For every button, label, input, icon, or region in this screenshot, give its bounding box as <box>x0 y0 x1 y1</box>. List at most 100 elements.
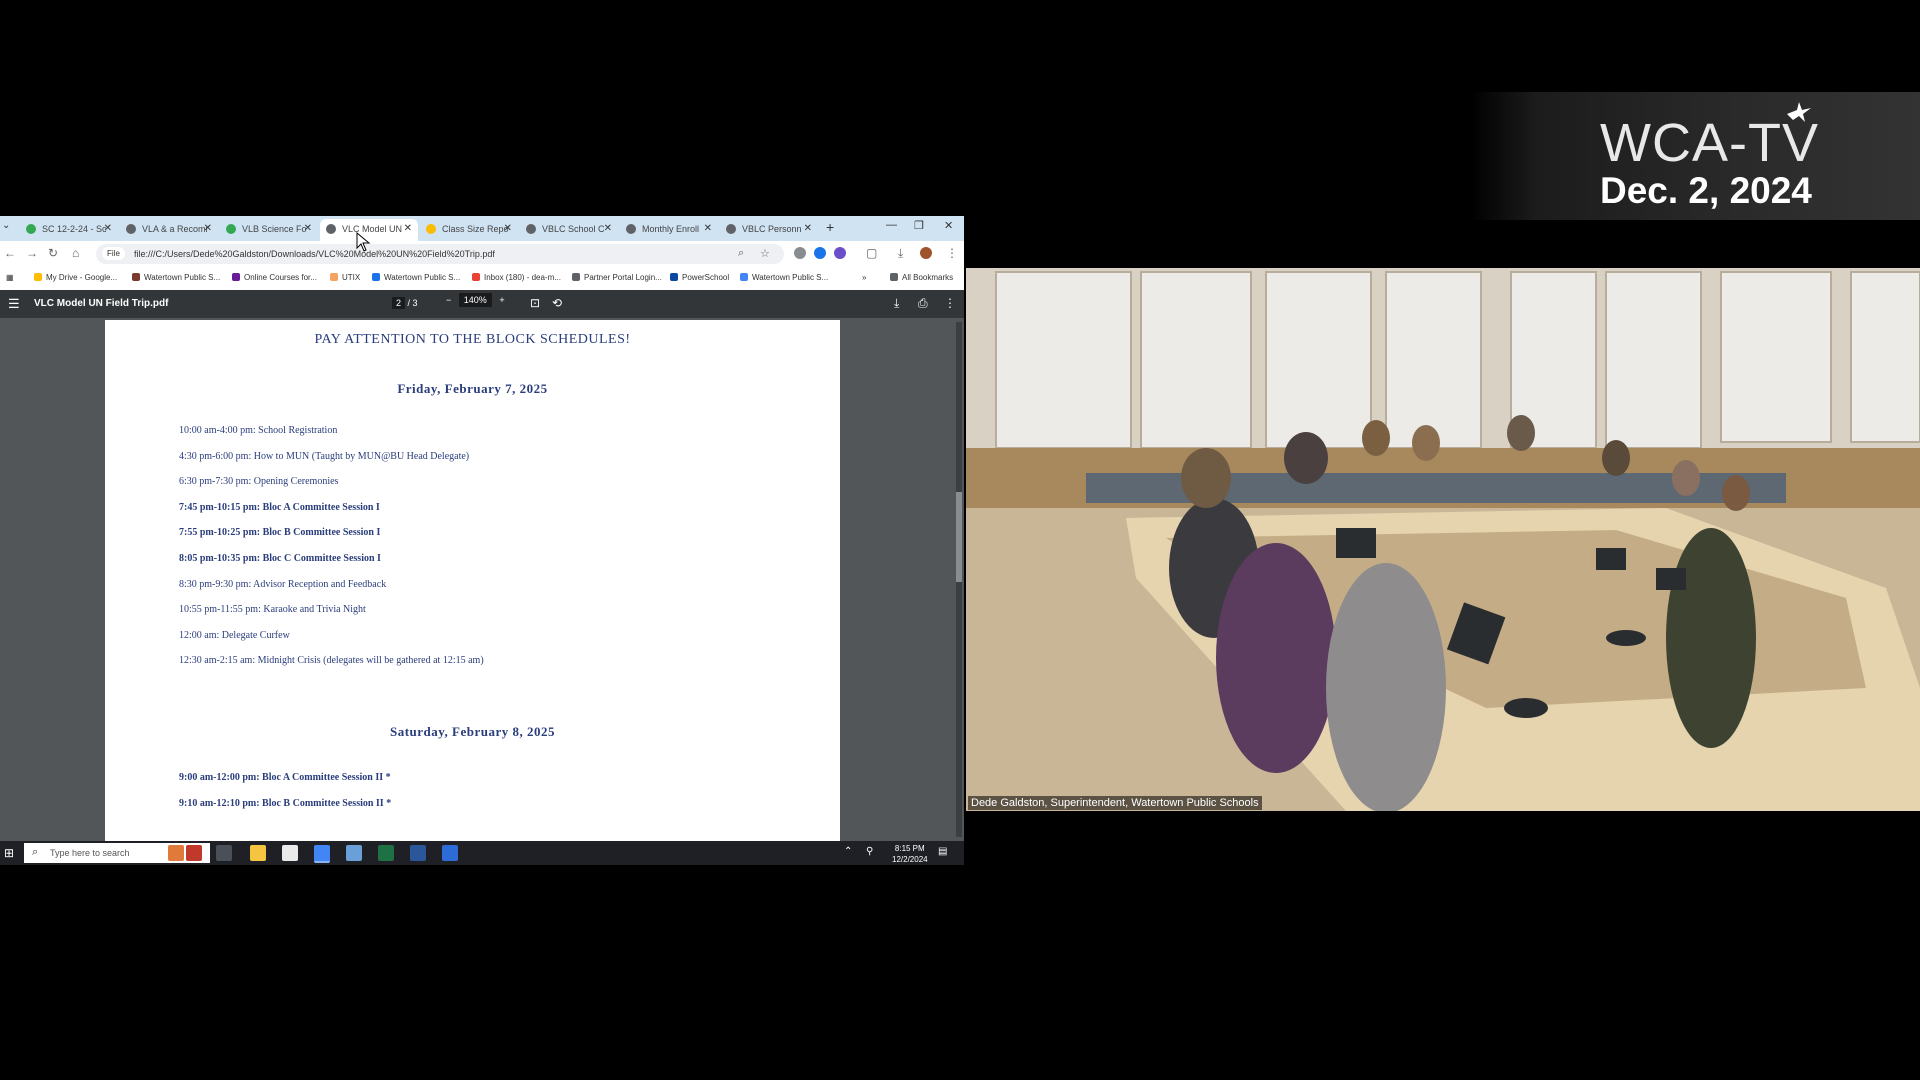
store-icon[interactable] <box>282 845 298 861</box>
zoom-in-icon[interactable]: + <box>499 295 504 305</box>
zoom-value[interactable]: 140% <box>458 293 492 307</box>
browser-tab[interactable]: VLA & a Recomr ✕ <box>120 219 218 241</box>
extension-icon[interactable] <box>834 247 846 259</box>
tab-label: VBLC School C <box>542 224 605 234</box>
tab-close-icon[interactable]: ✕ <box>104 223 112 234</box>
bookmark-label: Inbox (180) - dea-m... <box>484 273 561 282</box>
tab-close-icon[interactable]: ✕ <box>304 223 312 234</box>
browser-tab[interactable]: VBLC School C ✕ <box>520 219 618 241</box>
extension-icon[interactable] <box>794 247 806 259</box>
file-explorer-icon[interactable] <box>250 845 266 861</box>
bookmark-item[interactable]: My Drive - Google... <box>34 273 117 282</box>
word-icon[interactable] <box>410 845 426 861</box>
bookmark-item[interactable]: Watertown Public S... <box>372 273 460 282</box>
minimize-icon[interactable]: — <box>886 219 897 231</box>
bookmark-favicon-icon <box>472 273 480 281</box>
reload-icon[interactable]: ↻ <box>48 246 58 260</box>
tab-close-icon[interactable]: ✕ <box>504 223 512 234</box>
bookmark-item[interactable]: Online Courses for... <box>232 273 317 282</box>
screen-share: ⌄ SC 12-2-24 - Sc ✕ VLA & a Recomr ✕ VLB Sci… <box>0 216 964 865</box>
restore-icon[interactable]: ❐ <box>914 219 924 232</box>
task-view-icon[interactable] <box>216 845 232 861</box>
network-icon[interactable]: ⚲ <box>866 846 873 857</box>
address-bar[interactable]: File file:///C:/Users/Dede%20Galdston/Do… <box>96 244 784 264</box>
back-icon[interactable]: ← <box>4 246 16 260</box>
url-text[interactable]: file:///C:/Users/Dede%20Galdston/Downloa… <box>134 249 495 259</box>
browser-tab[interactable]: Monthly Enroll ✕ <box>620 219 718 241</box>
excel-icon[interactable] <box>378 845 394 861</box>
bookmark-label: My Drive - Google... <box>46 273 118 282</box>
site-info-badge[interactable]: File <box>102 247 125 260</box>
new-tab-button[interactable]: + <box>826 219 834 235</box>
tab-close-icon[interactable]: ✕ <box>604 223 612 234</box>
bookmark-item[interactable]: UTIX <box>330 273 360 282</box>
browser-tab[interactable]: Class Size Repo ✕ <box>420 219 518 241</box>
scrollbar-thumb[interactable] <box>956 492 962 582</box>
home-icon[interactable]: ⌂ <box>72 246 79 260</box>
bookmark-label: Watertown Public S... <box>384 273 461 282</box>
tab-close-icon[interactable]: ✕ <box>204 223 212 234</box>
bookmark-item[interactable]: Inbox (180) - dea-m... <box>472 273 561 282</box>
taskbar-clock[interactable]: 8:15 PM 12/2/2024 <box>892 843 928 865</box>
search-placeholder: Type here to search <box>50 848 130 858</box>
extension-icon[interactable] <box>814 247 826 259</box>
pdf-menu-icon[interactable]: ☰ <box>8 296 20 312</box>
apps-grid-icon[interactable]: ▦ <box>6 273 14 282</box>
profile-avatar[interactable] <box>920 247 932 259</box>
bookmark-star-icon[interactable]: ☆ <box>760 247 770 260</box>
page-current[interactable]: 2 <box>392 297 406 309</box>
bookmark-item[interactable]: PowerSchool <box>670 273 729 282</box>
chrome-icon[interactable] <box>314 845 330 863</box>
tab-favicon-icon <box>426 224 436 234</box>
pdf-page-indicator[interactable]: 2 / 3 <box>392 297 418 309</box>
browser-tab[interactable]: SC 12-2-24 - Sc ✕ <box>20 219 118 241</box>
tab-favicon-icon <box>226 224 236 234</box>
schedule-event: 7:45 pm-10:15 pm: Bloc A Committee Sessi… <box>179 501 380 513</box>
schedule-event: 8:30 pm-9:30 pm: Advisor Reception and F… <box>179 578 387 590</box>
bookmark-item[interactable]: Watertown Public S... <box>740 273 828 282</box>
schedule-event: 7:55 pm-10:25 pm: Bloc B Committee Sessi… <box>179 527 381 539</box>
pdf-more-icon[interactable]: ⋮ <box>944 296 956 310</box>
taskbar-app-icon[interactable] <box>186 845 202 861</box>
bookmark-favicon-icon <box>740 273 748 281</box>
bookmark-label: Watertown Public S... <box>752 273 829 282</box>
pdf-download-icon[interactable]: ⤓ <box>894 296 899 311</box>
browser-tab[interactable]: VLB Science Fo ✕ <box>220 219 318 241</box>
bookmark-item[interactable]: Watertown Public S... <box>132 273 220 282</box>
meeting-room-scene <box>966 268 1920 811</box>
extensions-puzzle-icon[interactable]: ▢ <box>866 246 877 260</box>
channel-logo: WCA-TV <box>1600 112 1900 174</box>
forward-icon[interactable]: → <box>26 246 38 260</box>
taskbar-app-icon[interactable] <box>168 845 184 861</box>
zoom-icon[interactable]: ⌕ <box>738 247 744 260</box>
schedule-event: 12:30 am-2:15 am: Midnight Crisis (deleg… <box>179 655 484 667</box>
tab-label: VLB Science Fo <box>242 224 307 234</box>
rotate-icon[interactable]: ⟲ <box>552 296 562 310</box>
bookmark-item[interactable]: Partner Portal Login... <box>572 273 662 282</box>
tab-label: Monthly Enroll <box>642 224 700 234</box>
zoom-app-icon[interactable] <box>442 845 458 861</box>
tab-label: Class Size Repo <box>442 224 509 234</box>
tab-label: VLA & a Recomr <box>142 224 209 234</box>
notifications-icon[interactable]: ▤ <box>938 846 947 857</box>
bookmark-label: PowerSchool <box>682 273 730 282</box>
zoom-out-icon[interactable]: − <box>446 295 451 305</box>
tab-close-icon[interactable]: ✕ <box>404 223 412 234</box>
tab-close-icon[interactable]: ✕ <box>704 223 712 234</box>
taskbar-app-icon[interactable] <box>346 845 362 861</box>
browser-tab[interactable]: VBLC Personn ✕ <box>720 219 818 241</box>
folder-icon <box>890 273 898 281</box>
download-icon[interactable]: ⤓ <box>898 246 903 261</box>
tab-search-icon[interactable]: ⌄ <box>2 220 10 231</box>
windows-start-icon[interactable]: ⊞ <box>4 846 14 860</box>
tab-close-icon[interactable]: ✕ <box>804 223 812 234</box>
print-icon[interactable]: ⎙ <box>918 296 928 311</box>
fit-page-icon[interactable]: ⊡ <box>530 296 540 310</box>
more-bookmarks-icon[interactable]: » <box>862 273 866 282</box>
browser-menu-icon[interactable]: ⋮ <box>946 246 958 260</box>
pdf-scrollbar[interactable] <box>956 322 962 837</box>
tray-chevron-icon[interactable]: ⌃ <box>844 846 852 857</box>
schedule-heading: PAY ATTENTION TO THE BLOCK SCHEDULES! <box>314 332 631 347</box>
all-bookmarks[interactable]: All Bookmarks <box>890 273 953 282</box>
close-window-icon[interactable]: ✕ <box>944 219 953 232</box>
